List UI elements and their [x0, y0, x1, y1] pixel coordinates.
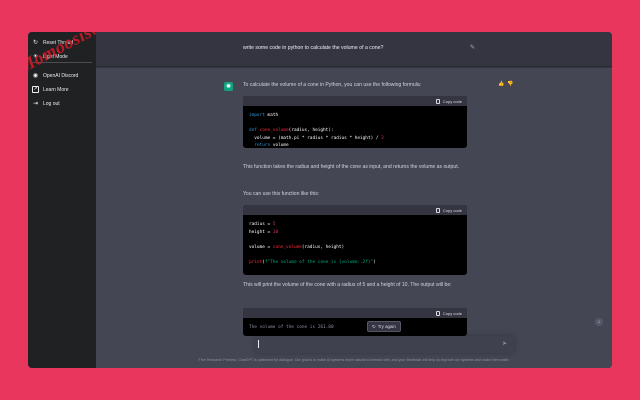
code-line-1-num: 5	[272, 222, 276, 227]
user-message: write some code in python to calculate t…	[243, 45, 384, 51]
copy-code-button[interactable]: Copy code	[443, 99, 462, 104]
code-body-partial: The volume of the cone is 261.80	[249, 325, 334, 330]
arrow-down-icon: ↓	[597, 319, 601, 325]
code-header: Copy code	[243, 205, 467, 215]
refresh-icon: ↻	[372, 323, 376, 329]
copy-icon	[435, 98, 440, 104]
code-line-4-start: volume = (math.pi * radius * radius * he…	[249, 135, 382, 141]
code-body: import math def cone_volume(radius, heig…	[243, 106, 467, 148]
code-body: radius = 5 height = 10 volume = cone_vol…	[243, 215, 467, 272]
code-line-6-str: f"The volume of the cone is {volume:.2f}…	[264, 259, 374, 265]
edit-icon[interactable]: ✎	[470, 44, 475, 51]
thumbs-down-icon[interactable]: 👎	[507, 81, 513, 87]
code-line-2: height =	[249, 229, 273, 235]
code-line-4-fn: cone_volume	[272, 244, 302, 250]
code-line-6-close: )	[373, 259, 376, 265]
sidebar-item-label: OpenAI Discord	[43, 72, 79, 79]
code-line-3-fn: cone_volume	[259, 128, 289, 133]
app-window: ↻ Reset Thread ☀ Light Mode ◉ OpenAI Dis…	[28, 32, 612, 368]
chatgpt-logo-icon: ✺	[224, 82, 233, 91]
code-line-6-fn: print	[249, 259, 263, 265]
footer-disclaimer: Free Research Preview: ChatGPT is optimi…	[198, 358, 510, 362]
user-message-row: write some code in python to calculate t…	[96, 32, 612, 67]
code-block-1: Copy code import math def cone_volume(ra…	[243, 96, 467, 148]
copy-code-button[interactable]: Copy code	[443, 208, 462, 213]
message-input[interactable]	[259, 339, 494, 350]
logout-icon: ⇥	[32, 100, 39, 107]
code-line-4-num: 3	[381, 135, 384, 141]
sidebar-item-label: Log out	[43, 100, 60, 107]
send-icon[interactable]: ➤	[502, 340, 507, 347]
code-line-4-start: volume =	[249, 244, 273, 250]
assistant-paragraph-4: This will print the volume of the cone w…	[243, 282, 452, 288]
code-line-4-args: (radius, height)	[301, 244, 345, 250]
try-again-label: Try again	[377, 324, 396, 329]
code-line-3-args: (radius, height):	[288, 128, 334, 133]
thumbs-up-icon[interactable]: 👍	[498, 81, 504, 87]
code-header: Copy code	[243, 308, 467, 318]
assistant-intro: To calculate the volume of a cone in Pyt…	[243, 82, 422, 88]
assistant-paragraph-3: You can use this function like this:	[243, 191, 320, 197]
message-input-box[interactable]: ➤	[255, 336, 514, 353]
copy-code-button[interactable]: Copy code	[443, 311, 462, 316]
code-block-2: Copy code radius = 5 height = 10 volume …	[243, 205, 467, 275]
sidebar-item-discord[interactable]: ◉ OpenAI Discord	[32, 70, 78, 81]
scroll-down-button[interactable]: ↓	[595, 318, 603, 326]
code-line-1: radius =	[249, 222, 273, 227]
code-line-1-kw: import	[249, 113, 265, 118]
code-line-5-kw: return	[254, 143, 271, 148]
copy-icon	[435, 207, 440, 213]
assistant-message-row: ✺ 👍 👎 To calculate the volume of a cone …	[96, 68, 612, 368]
try-again-button[interactable]: ↻ Try again	[367, 321, 401, 332]
sidebar: ↻ Reset Thread ☀ Light Mode ◉ OpenAI Dis…	[28, 32, 112, 368]
code-line-1-name: math	[267, 113, 279, 118]
sidebar-item-learn-more[interactable]: ↗ Learn More	[32, 84, 69, 95]
assistant-paragraph-2: This function takes the radius and heigh…	[243, 164, 460, 170]
external-link-icon: ↗	[32, 86, 39, 93]
reset-icon: ↻	[32, 39, 39, 46]
code-block-3: Copy code The volume of the cone is 261.…	[243, 308, 467, 336]
code-line-3-kw: def	[249, 128, 257, 133]
code-header: Copy code	[243, 96, 467, 106]
code-line-5-val: volume	[272, 143, 289, 148]
chat-main: write some code in python to calculate t…	[96, 32, 612, 368]
sidebar-item-log-out[interactable]: ⇥ Log out	[32, 98, 60, 109]
code-line-2-num: 10	[272, 229, 279, 235]
sidebar-item-label: Learn More	[43, 86, 69, 93]
copy-icon	[435, 310, 440, 316]
